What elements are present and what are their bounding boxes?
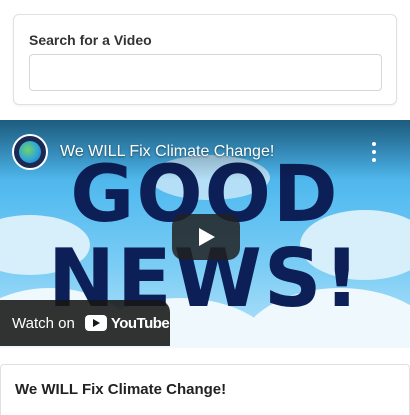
globe-icon bbox=[19, 141, 41, 163]
play-button[interactable] bbox=[172, 214, 240, 260]
watch-on-label: Watch on bbox=[12, 314, 75, 332]
video-title[interactable]: We WILL Fix Climate Change! bbox=[60, 143, 274, 161]
video-player[interactable]: GOOD NEWS! We WILL Fix Climate Change! W… bbox=[0, 120, 410, 348]
watch-on-youtube-button[interactable]: Watch on YouTube bbox=[0, 300, 170, 346]
more-options-icon[interactable] bbox=[368, 142, 380, 162]
youtube-logo-icon bbox=[84, 315, 107, 331]
video-result-card[interactable]: We WILL Fix Climate Change! bbox=[0, 364, 410, 415]
video-result-title: We WILL Fix Climate Change! bbox=[15, 381, 227, 398]
play-icon bbox=[199, 228, 215, 246]
search-input[interactable] bbox=[29, 54, 382, 91]
search-card: Search for a Video bbox=[13, 14, 397, 105]
youtube-wordmark: YouTube bbox=[110, 314, 170, 332]
channel-logo-icon[interactable] bbox=[12, 134, 48, 170]
search-label: Search for a Video bbox=[29, 32, 152, 48]
